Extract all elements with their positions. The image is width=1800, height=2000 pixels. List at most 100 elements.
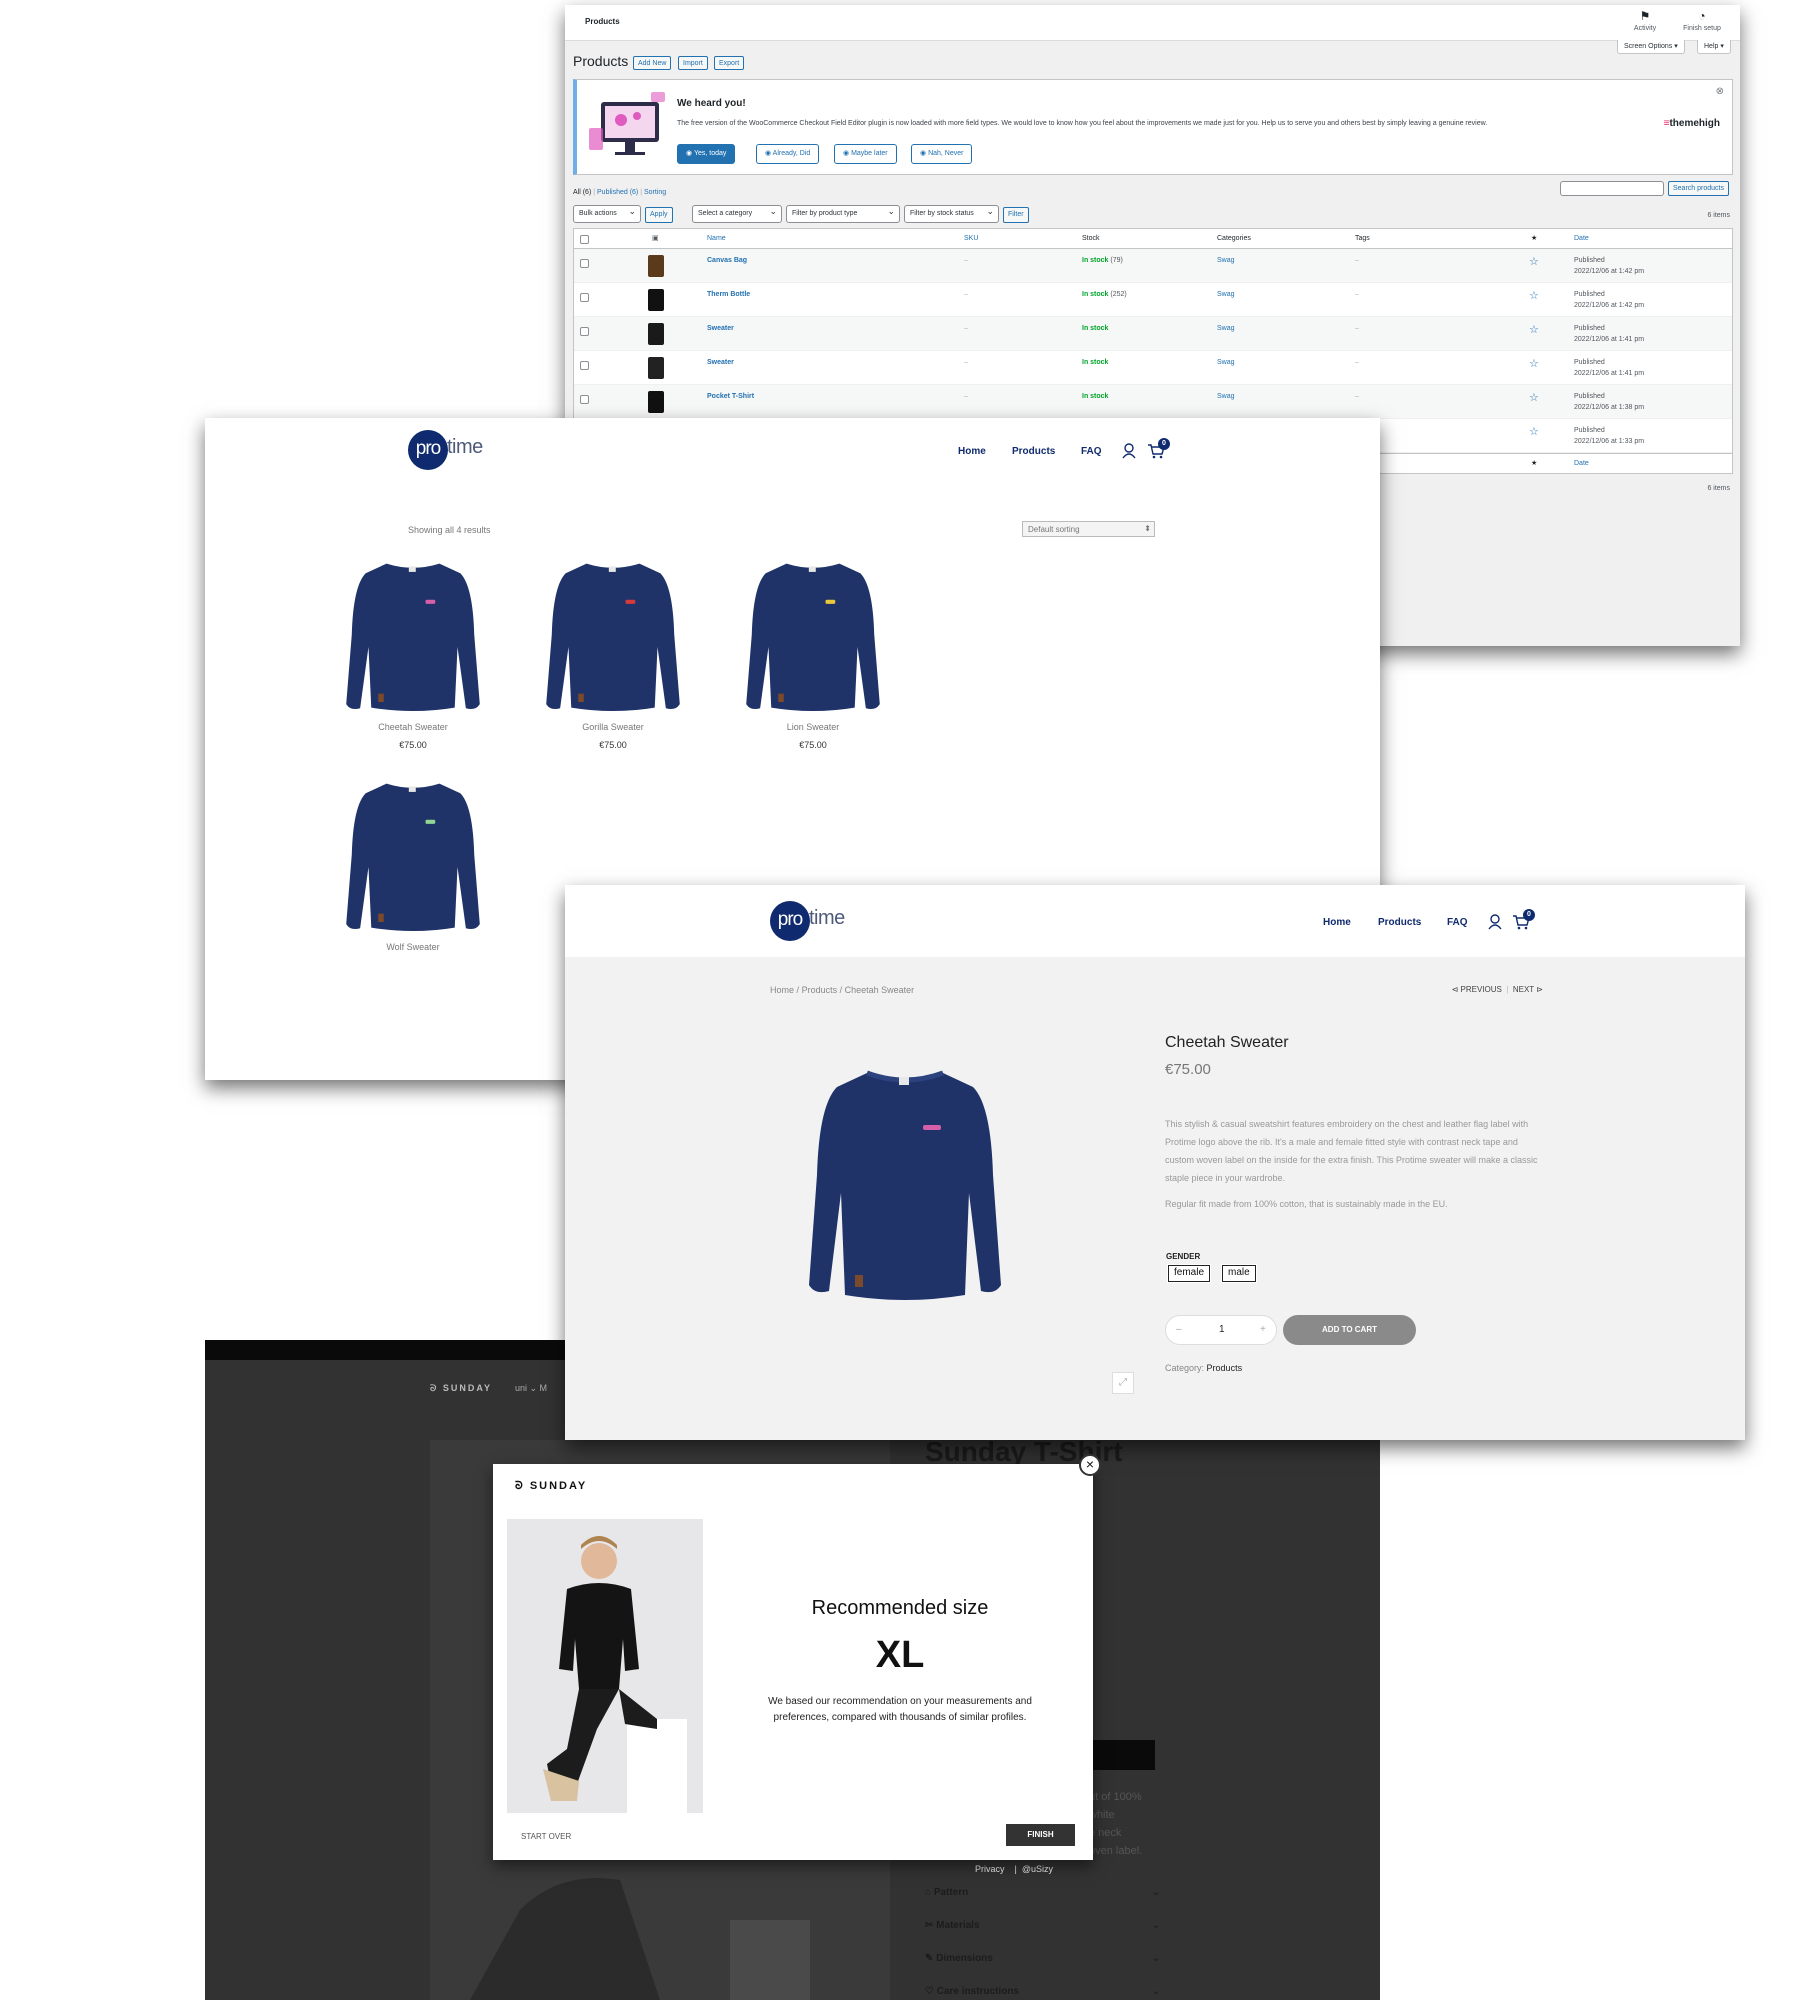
category-link[interactable]: Swag: [1217, 325, 1235, 332]
close-icon[interactable]: ⊗: [1716, 86, 1724, 97]
usizy-link[interactable]: @uSizy: [1022, 1864, 1053, 1874]
apply-button[interactable]: Apply: [645, 207, 673, 223]
row-checkbox[interactable]: [580, 361, 589, 370]
product-image[interactable]: [543, 558, 683, 718]
star-icon[interactable]: ☆: [1529, 255, 1539, 268]
table-row[interactable]: Therm Bottle – In stock (252) Swag – ☆ Publish…: [574, 283, 1732, 317]
product-name-link[interactable]: Therm Bottle: [707, 291, 750, 298]
column-date[interactable]: Date: [1574, 235, 1589, 242]
bulk-actions-select[interactable]: Bulk actions: [573, 205, 641, 223]
star-icon[interactable]: ☆: [1529, 289, 1539, 302]
accordion-materials[interactable]: ✂ Materials ⌄: [925, 1920, 1160, 1931]
sunday-menu[interactable]: uni ⌄ M: [515, 1383, 547, 1394]
product-search-input[interactable]: [1560, 181, 1664, 196]
help-button[interactable]: Help ▾: [1697, 40, 1731, 54]
product-card[interactable]: Cheetah Sweater €75.00: [313, 558, 513, 750]
accordion-care[interactable]: ♡ Care instructions ⌄: [925, 1986, 1160, 1997]
next-link[interactable]: NEXT ⊳: [1513, 985, 1543, 994]
stock-status-select[interactable]: Filter by stock status: [904, 205, 999, 223]
sunday-logo[interactable]: ᘐ SUNDAY: [430, 1383, 492, 1394]
star-icon[interactable]: ☆: [1529, 391, 1539, 404]
product-thumbnail[interactable]: [648, 289, 664, 311]
breadcrumb-home[interactable]: Home: [770, 985, 794, 995]
nav-home[interactable]: Home: [958, 446, 986, 457]
row-checkbox[interactable]: [580, 395, 589, 404]
previous-link[interactable]: ⊲ PREVIOUS: [1452, 985, 1502, 994]
zoom-icon[interactable]: ⤢: [1112, 1372, 1134, 1394]
product-image[interactable]: [743, 558, 883, 718]
column-sku[interactable]: SKU: [964, 235, 978, 242]
product-name-link[interactable]: Sweater: [707, 359, 734, 366]
product-name-link[interactable]: Sweater: [707, 325, 734, 332]
nav-products[interactable]: Products: [1378, 917, 1421, 928]
qty-plus-button[interactable]: +: [1260, 1324, 1266, 1335]
finish-setup-button[interactable]: ◔ Finish setup: [1677, 9, 1727, 32]
column-featured[interactable]: ★: [1531, 234, 1537, 242]
user-icon[interactable]: [1122, 443, 1136, 459]
nah-never-button[interactable]: ◉ Nah, Never: [911, 144, 973, 164]
user-icon[interactable]: [1488, 914, 1502, 930]
filter-sorting-link[interactable]: Sorting: [644, 189, 666, 196]
nav-faq[interactable]: FAQ: [1447, 917, 1468, 928]
close-icon[interactable]: ×: [1079, 1454, 1101, 1476]
start-over-button[interactable]: START OVER: [521, 1832, 571, 1841]
filter-published-link[interactable]: Published (6): [597, 189, 638, 196]
select-all-checkbox[interactable]: [580, 235, 589, 244]
product-card[interactable]: Gorilla Sweater €75.00: [513, 558, 713, 750]
product-card[interactable]: Wolf Sweater: [313, 778, 513, 960]
category-link[interactable]: Swag: [1217, 393, 1235, 400]
footer-date[interactable]: Date: [1574, 460, 1589, 467]
filter-button[interactable]: Filter: [1003, 207, 1029, 223]
qty-minus-button[interactable]: –: [1176, 1324, 1182, 1335]
product-name[interactable]: Lion Sweater: [713, 722, 913, 732]
product-name[interactable]: Wolf Sweater: [313, 942, 513, 952]
sorting-select[interactable]: Default sorting: [1022, 521, 1155, 537]
product-image[interactable]: [343, 778, 483, 938]
search-products-button[interactable]: Search products: [1668, 181, 1729, 196]
qty-value[interactable]: 1: [1219, 1324, 1225, 1335]
finish-button[interactable]: FINISH: [1006, 1824, 1075, 1846]
privacy-link[interactable]: Privacy: [975, 1864, 1005, 1874]
product-card[interactable]: Lion Sweater €75.00: [713, 558, 913, 750]
star-icon[interactable]: ☆: [1529, 425, 1539, 438]
product-type-select[interactable]: Filter by product type: [786, 205, 900, 223]
row-checkbox[interactable]: [580, 327, 589, 336]
star-icon[interactable]: ☆: [1529, 357, 1539, 370]
already-did-button[interactable]: ◉ Already, Did: [756, 144, 820, 164]
accordion-pattern[interactable]: ⌂ Pattern ⌄: [925, 1887, 1160, 1898]
gender-male-swatch[interactable]: male: [1222, 1265, 1256, 1282]
activity-button[interactable]: ⚑ Activity: [1620, 9, 1670, 32]
table-row[interactable]: Sweater – In stock Swag – ☆ Published 2022/12/…: [574, 317, 1732, 351]
table-row[interactable]: Sweater – In stock Swag – ☆ Published 2022/12/…: [574, 351, 1732, 385]
screen-options-button[interactable]: Screen Options ▾: [1617, 40, 1685, 54]
accordion-dimensions[interactable]: ✎ Dimensions ⌄: [925, 1953, 1160, 1964]
filter-all-link[interactable]: All (6): [573, 189, 591, 196]
product-name[interactable]: Cheetah Sweater: [313, 722, 513, 732]
category-link[interactable]: Products: [1207, 1363, 1243, 1373]
category-link[interactable]: Swag: [1217, 359, 1235, 366]
table-row[interactable]: Canvas Bag – In stock (79) Swag – ☆ Published 2…: [574, 249, 1732, 283]
add-new-button[interactable]: Add New: [633, 56, 672, 70]
nav-faq[interactable]: FAQ: [1081, 446, 1102, 457]
category-select[interactable]: Select a category: [692, 205, 782, 223]
protime-logo[interactable]: pro time: [770, 901, 860, 941]
export-button[interactable]: Export: [714, 56, 745, 70]
nav-home[interactable]: Home: [1323, 917, 1351, 928]
product-thumbnail[interactable]: [648, 323, 664, 345]
product-thumbnail[interactable]: [648, 391, 664, 413]
product-image[interactable]: [343, 558, 483, 718]
product-image[interactable]: [805, 1065, 1005, 1315]
footer-featured[interactable]: ★: [1531, 459, 1537, 467]
star-icon[interactable]: ☆: [1529, 323, 1539, 336]
gender-female-swatch[interactable]: female: [1168, 1265, 1211, 1282]
protime-logo[interactable]: pro time: [408, 430, 498, 470]
product-thumbnail[interactable]: [648, 357, 664, 379]
product-thumbnail[interactable]: [648, 255, 664, 277]
row-checkbox[interactable]: [580, 293, 589, 302]
product-name-link[interactable]: Pocket T-Shirt: [707, 393, 754, 400]
category-link[interactable]: Swag: [1217, 291, 1235, 298]
table-row[interactable]: Pocket T-Shirt – In stock Swag – ☆ Published 2…: [574, 385, 1732, 419]
column-name[interactable]: Name: [707, 235, 726, 242]
breadcrumb-products[interactable]: Products: [802, 985, 838, 995]
yes-today-button[interactable]: ◉ Yes, today: [677, 144, 736, 164]
